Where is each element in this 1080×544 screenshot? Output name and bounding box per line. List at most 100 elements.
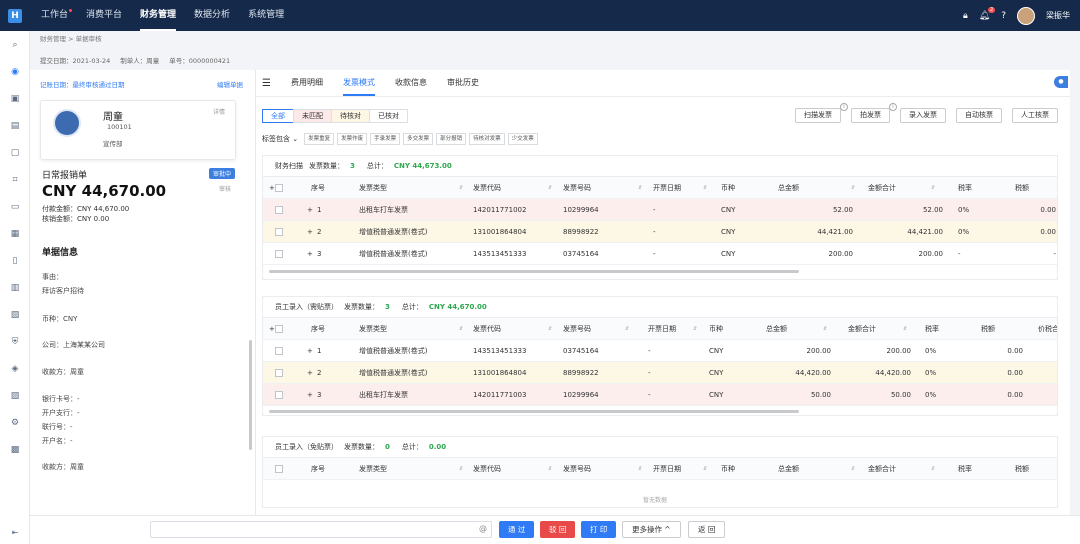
select-all-checkbox[interactable] [275,465,283,473]
horizontal-scrollbar[interactable] [269,410,799,413]
tag-partial[interactable]: 部分报销 [436,133,467,145]
search-icon[interactable]: ⌕ [0,31,30,58]
folder-icon[interactable]: ▭ [0,193,30,220]
tag-extra[interactable]: 多交发票 [403,133,434,145]
nav-item-analytics[interactable]: 数据分析 [194,0,230,31]
comment-input[interactable]: @ [150,521,492,538]
app-logo[interactable]: H [8,8,22,23]
col-date[interactable]: 开票日期 [653,458,681,480]
row-checkbox[interactable] [275,369,283,377]
bell-icon[interactable]: 🔔︎ 2 [979,6,996,21]
enter-invoice-button[interactable]: 录入发票 [900,108,946,123]
col-number[interactable]: 发票号码 [563,458,591,480]
document-icon[interactable]: ▢ [0,139,30,166]
expand-row-icon[interactable]: + [307,362,313,384]
horizontal-scrollbar[interactable] [269,270,799,273]
table-row[interactable]: + 1 增值税普通发票(卷式) 143513451333 03745164 - … [263,340,1057,362]
manual-verify-button[interactable]: 人工核票 [1012,108,1058,123]
filter-verified[interactable]: 已核对 [369,109,408,123]
tag-void[interactable]: 发票作废 [337,133,368,145]
tab-payee-info[interactable]: 收款信息 [395,70,427,96]
col-code[interactable]: 发票代码 [473,177,501,199]
message-icon[interactable]: ▩ [0,436,30,463]
tab-expense-detail[interactable]: 费用明细 [291,70,323,96]
table-row[interactable]: + 3 增值税普通发票(卷式) 143513451333 03745164 - … [263,243,1057,265]
settings-icon[interactable]: ⚙ [0,409,30,436]
sort-icon[interactable]: ⇵ [548,177,552,199]
sort-icon[interactable]: ⇵ [638,458,642,480]
tag-manual[interactable]: 手录发票 [370,133,401,145]
report-icon[interactable]: ▨ [0,382,30,409]
col-date[interactable]: 开票日期 [653,177,681,199]
nav-item-workbench[interactable]: 工作台 [41,0,73,31]
table-row[interactable]: + 2 增值税普通发票(卷式) 131001864804 88998922 - … [263,221,1057,243]
more-actions-button[interactable]: 更多操作 ^ [622,521,681,538]
back-button[interactable]: 返 回 [688,521,726,538]
col-date[interactable]: 开票日期 [648,318,676,340]
username[interactable]: 梁振华 [1046,10,1070,21]
scan-invoice-button[interactable]: 扫描发票 i [795,103,848,123]
col-sum[interactable]: 金额合计 [868,458,896,480]
finance-icon[interactable]: ◉ [0,58,30,85]
receipt-icon[interactable]: ▤ [0,112,30,139]
menu-icon[interactable]: ☰ [262,78,271,89]
tag-duplicate[interactable]: 发票重复 [304,133,335,145]
nav-item-system[interactable]: 系统管理 [248,0,284,31]
auto-verify-button[interactable]: 自动核票 [956,108,1002,123]
floating-chat-icon[interactable]: ● [1054,76,1068,88]
expand-all-icon[interactable]: + [269,318,275,340]
table-row[interactable]: + 1 出租车打车发票 142011771002 10299964 - CNY … [263,199,1057,221]
col-sum[interactable]: 金额合计 [868,177,896,199]
sort-icon[interactable]: ⇵ [823,318,827,340]
user-detail-link[interactable]: 详情 [213,107,225,116]
collapse-sidebar-icon[interactable]: ⇤ [0,528,30,537]
row-checkbox[interactable] [275,228,283,236]
expand-row-icon[interactable]: + [307,199,313,221]
sort-icon[interactable]: ⇵ [625,318,629,340]
vertical-scrollbar[interactable] [249,340,252,450]
expand-row-icon[interactable]: + [307,243,313,265]
col-code[interactable]: 发票代码 [473,458,501,480]
sort-icon[interactable]: ⇵ [459,177,463,199]
sort-icon[interactable]: ⇵ [931,177,935,199]
col-total[interactable]: 总金额 [778,458,799,480]
file-icon[interactable]: ▯ [0,247,30,274]
user-group-icon[interactable]: ◈ [0,355,30,382]
shield-icon[interactable]: ⛨ [0,328,30,355]
sort-icon[interactable]: ⇵ [548,318,552,340]
nav-item-finance[interactable]: 财务管理 [140,0,177,31]
select-all-checkbox[interactable] [275,184,283,192]
sort-icon[interactable]: ⇵ [459,458,463,480]
sort-icon[interactable]: ⇵ [548,458,552,480]
col-sum[interactable]: 金额合计 [848,318,876,340]
invoice-icon[interactable]: ▦ [0,220,30,247]
sort-icon[interactable]: ⇵ [851,458,855,480]
tag-missing[interactable]: 少交发票 [507,133,538,145]
record-date-link[interactable]: 记账日期：最终审核通过日期 [40,79,125,89]
attachment-icon[interactable]: @ [479,524,487,533]
sort-icon[interactable]: ⇵ [693,318,697,340]
archive-icon[interactable]: ▧ [0,301,30,328]
col-number[interactable]: 发票号码 [563,318,591,340]
col-total[interactable]: 总金额 [778,177,799,199]
expand-all-icon[interactable]: + [269,177,275,199]
select-all-checkbox[interactable] [275,325,283,333]
table-row[interactable]: + 2 增值税普通发票(卷式) 131001864804 88998922 - … [263,362,1057,384]
filter-unmatched[interactable]: 未匹配 [293,109,332,123]
lock-icon[interactable]: 🔒︎ [963,11,968,21]
filter-all[interactable]: 全部 [262,109,294,123]
help-icon[interactable]: ? [1001,11,1006,21]
sort-icon[interactable]: ⇵ [638,177,642,199]
col-code[interactable]: 发票代码 [473,318,501,340]
tab-invoice-mode[interactable]: 发票模式 [342,70,375,96]
user-avatar[interactable] [1017,6,1035,25]
col-type[interactable]: 发票类型 [359,318,387,340]
sort-icon[interactable]: ⇵ [851,177,855,199]
row-checkbox[interactable] [275,250,283,258]
col-type[interactable]: 发票类型 [359,458,387,480]
col-number[interactable]: 发票号码 [563,177,591,199]
print-button[interactable]: 打 印 [581,521,617,538]
expand-row-icon[interactable]: + [307,221,313,243]
nav-item-consumption[interactable]: 消费平台 [86,0,122,31]
tab-approval-history[interactable]: 审批历史 [447,70,479,96]
